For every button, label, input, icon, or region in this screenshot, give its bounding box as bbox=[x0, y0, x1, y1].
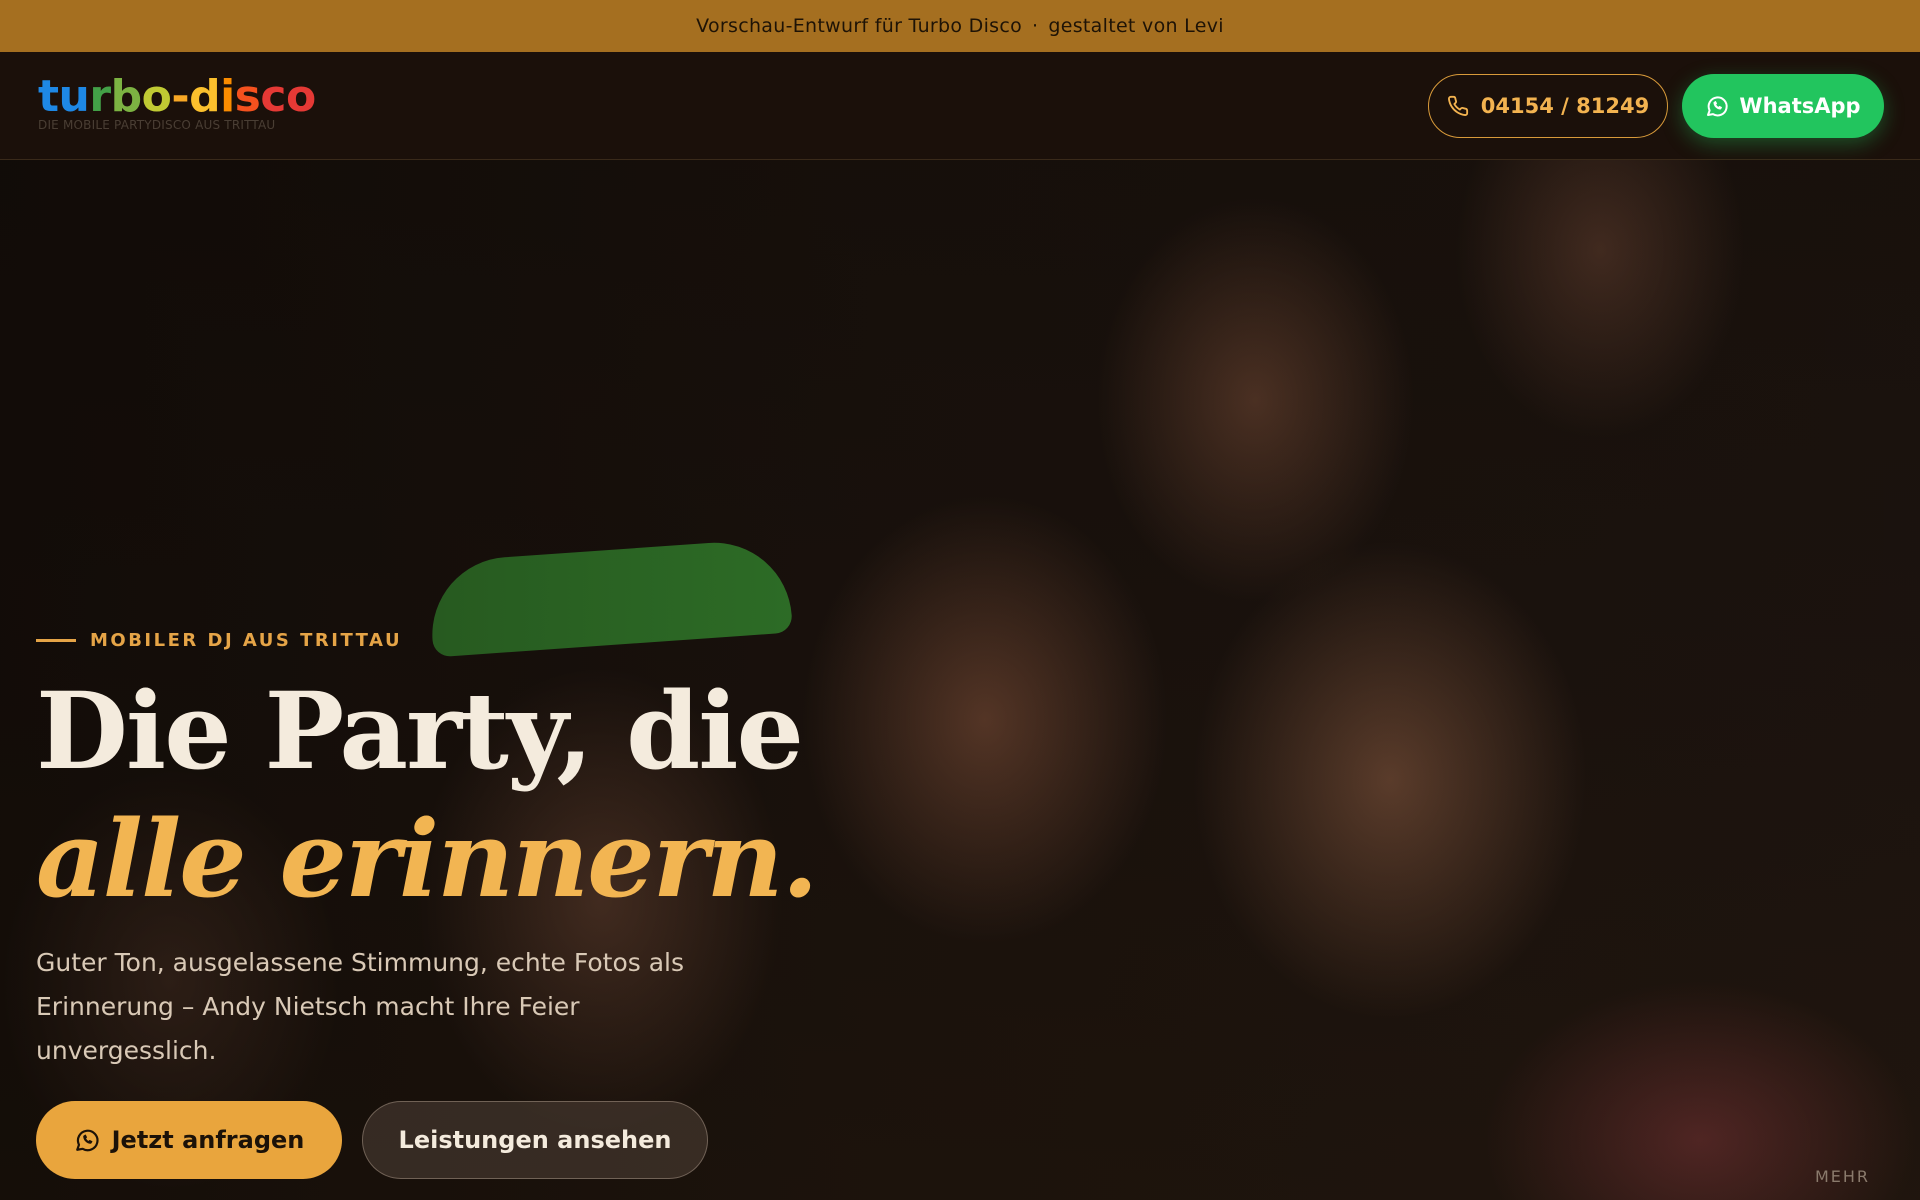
request-button-label: Jetzt anfragen bbox=[111, 1126, 305, 1154]
logo-tagline: DIE MOBILE PARTYDISCO AUS TRITTAU bbox=[38, 118, 276, 132]
whatsapp-button[interactable]: WhatsApp bbox=[1682, 74, 1884, 138]
request-button[interactable]: Jetzt anfragen bbox=[36, 1101, 342, 1179]
logo-letter: t bbox=[38, 71, 59, 122]
hero-headline: Die Party, die alle erinnern. bbox=[36, 667, 916, 923]
hero-content: MOBILER DJ AUS TRITTAU Die Party, die al… bbox=[36, 630, 916, 1073]
logo-letter: b bbox=[110, 71, 143, 122]
logo-letter: o bbox=[141, 71, 172, 122]
logo-letter: r bbox=[89, 71, 111, 122]
hero-cta-group: Jetzt anfragen Leistungen ansehen bbox=[36, 1101, 708, 1179]
logo-letter: o bbox=[285, 71, 316, 122]
preview-banner: Vorschau-Entwurf für Turbo Disco · gesta… bbox=[0, 0, 1920, 52]
logo-letter: d bbox=[189, 71, 221, 122]
headline-line-1: Die Party, die bbox=[36, 668, 804, 793]
logo-wordmark: turbo-disco bbox=[38, 72, 316, 122]
hero-subtext: Guter Ton, ausgelassene Stimmung, echte … bbox=[36, 948, 685, 1065]
headline-line-2: alle erinnern. bbox=[36, 796, 819, 921]
logo-letter: i bbox=[220, 71, 235, 122]
services-button-label: Leistungen ansehen bbox=[398, 1126, 672, 1154]
phone-button[interactable]: 04154 / 81249 bbox=[1428, 74, 1668, 138]
logo-letter: s bbox=[234, 71, 261, 122]
logo-letter: - bbox=[171, 71, 190, 122]
services-button[interactable]: Leistungen ansehen bbox=[362, 1101, 708, 1179]
banner-text-left: Vorschau-Entwurf für Turbo Disco bbox=[696, 15, 1023, 37]
hero-eyebrow: MOBILER DJ AUS TRITTAU bbox=[36, 630, 916, 651]
site-header: turbo-disco DIE MOBILE PARTYDISCO AUS TR… bbox=[0, 52, 1920, 160]
whatsapp-icon bbox=[1705, 94, 1729, 118]
logo-letter: c bbox=[260, 71, 286, 122]
banner-separator: · bbox=[1032, 15, 1039, 37]
banner-text-right: gestaltet von Levi bbox=[1048, 15, 1224, 37]
eyebrow-text: MOBILER DJ AUS TRITTAU bbox=[90, 630, 403, 651]
logo-letter: u bbox=[58, 71, 90, 122]
whatsapp-label: WhatsApp bbox=[1739, 94, 1861, 118]
site-logo[interactable]: turbo-disco DIE MOBILE PARTYDISCO AUS TR… bbox=[38, 72, 316, 133]
eyebrow-line bbox=[36, 639, 76, 642]
hero-section: MOBILER DJ AUS TRITTAU Die Party, die al… bbox=[0, 160, 1920, 1200]
more-scroll-link[interactable]: MEHR bbox=[1815, 1167, 1870, 1186]
phone-number: 04154 / 81249 bbox=[1480, 94, 1650, 118]
phone-icon bbox=[1447, 95, 1469, 117]
whatsapp-icon bbox=[74, 1127, 100, 1153]
